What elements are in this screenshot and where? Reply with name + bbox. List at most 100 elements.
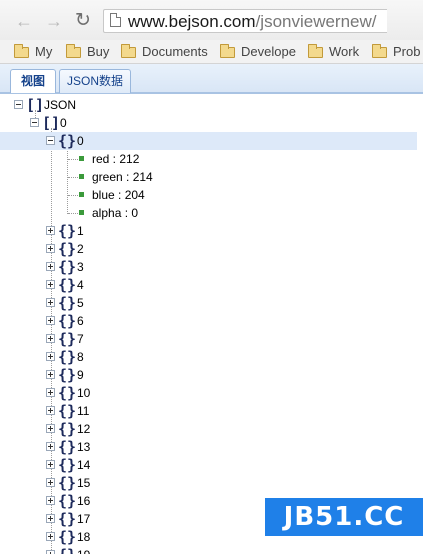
bookmark-prob[interactable]: Prob [372, 43, 420, 60]
tree-row-object[interactable]: {} 12 [0, 420, 417, 438]
tree-row-object[interactable]: {} 6 [0, 312, 417, 330]
url-host: www.bejson.com [128, 12, 256, 31]
array-icon: [] [26, 96, 45, 114]
object-icon: {} [58, 366, 77, 384]
reload-icon[interactable]: ↻ [73, 11, 93, 31]
tab-json-data[interactable]: JSON数据 [59, 69, 131, 93]
node-label: 14 [77, 458, 91, 472]
collapse-icon[interactable] [30, 118, 39, 127]
node-label: 9 [77, 368, 84, 382]
bookmark-develope[interactable]: Develope [220, 43, 296, 60]
expand-icon[interactable] [46, 496, 55, 505]
tree-row-object[interactable]: {} 4 [0, 276, 417, 294]
node-label: 3 [77, 260, 84, 274]
collapse-icon[interactable] [14, 100, 23, 109]
expand-icon[interactable] [46, 370, 55, 379]
object-icon: {} [58, 420, 77, 438]
node-label: 10 [77, 386, 91, 400]
bookmark-label: Work [329, 44, 360, 59]
address-bar[interactable]: www.bejson.com/jsonviewernew/ [103, 9, 387, 33]
folder-icon [372, 43, 387, 58]
object-icon: {} [58, 312, 77, 330]
tree-row-object[interactable]: {} 1 [0, 222, 417, 240]
tree-row-object[interactable]: {} 7 [0, 330, 417, 348]
expand-icon[interactable] [46, 388, 55, 397]
tree-row-property[interactable]: alpha : 0 [0, 204, 417, 222]
expand-icon[interactable] [46, 334, 55, 343]
tree-connector [68, 159, 78, 160]
tree-row-object[interactable]: {} 2 [0, 240, 417, 258]
bookmark-buy[interactable]: Buy [66, 43, 109, 60]
folder-icon [121, 43, 136, 58]
object-icon: {} [58, 528, 77, 546]
node-label: 15 [77, 476, 91, 490]
bookmark-work[interactable]: Work [308, 43, 359, 60]
expand-icon[interactable] [46, 352, 55, 361]
collapse-icon[interactable] [46, 136, 55, 145]
tree-row-object[interactable]: {} 11 [0, 402, 417, 420]
back-arrow-icon[interactable]: ← [14, 11, 34, 31]
object-icon: {} [58, 276, 77, 294]
bookmark-label: Prob [393, 44, 421, 59]
leaf-icon [79, 210, 84, 215]
folder-icon [66, 43, 81, 58]
property-text: green : 214 [92, 170, 153, 184]
expand-icon[interactable] [46, 460, 55, 469]
page-icon [110, 13, 121, 27]
expand-icon[interactable] [46, 424, 55, 433]
tree-row-object[interactable]: {} 15 [0, 474, 417, 492]
leaf-icon [79, 192, 84, 197]
forward-arrow-icon[interactable]: → [44, 11, 64, 31]
expand-icon[interactable] [46, 316, 55, 325]
json-tree: [] JSON [] 0 {} 0 red : 212 green : 214 … [0, 96, 423, 554]
node-label: 5 [77, 296, 84, 310]
expand-icon[interactable] [46, 406, 55, 415]
expand-icon[interactable] [46, 532, 55, 541]
node-label: 17 [77, 512, 91, 526]
url-text: www.bejson.com/jsonviewernew/ [128, 12, 377, 32]
expand-icon[interactable] [46, 226, 55, 235]
property-text: alpha : 0 [92, 206, 139, 220]
node-label: JSON [44, 98, 77, 112]
tree-row-property[interactable]: green : 214 [0, 168, 417, 186]
tree-row-object[interactable]: {} 13 [0, 438, 417, 456]
bookmark-label: Develope [241, 44, 296, 59]
expand-icon[interactable] [46, 244, 55, 253]
expand-icon[interactable] [46, 514, 55, 523]
expand-icon[interactable] [46, 262, 55, 271]
expand-icon[interactable] [46, 280, 55, 289]
tree-row-object[interactable]: {} 8 [0, 348, 417, 366]
object-icon: {} [58, 240, 77, 258]
tree-row-property[interactable]: blue : 204 [0, 186, 417, 204]
expand-icon[interactable] [46, 442, 55, 451]
tree-connector [68, 213, 78, 214]
property-text: blue : 204 [92, 188, 145, 202]
expand-icon[interactable] [46, 478, 55, 487]
tree-row-object[interactable]: {}19 [0, 546, 417, 554]
expand-icon[interactable] [46, 298, 55, 307]
tree-row-property[interactable]: red : 212 [0, 150, 417, 168]
node-label: 8 [77, 350, 84, 364]
array-icon: [] [42, 114, 61, 132]
tree-row-array-0[interactable]: [] 0 [0, 114, 417, 132]
bookmark-documents[interactable]: Documents [121, 43, 208, 60]
node-label: 12 [77, 422, 91, 436]
tree-row-object[interactable]: {} 9 [0, 366, 417, 384]
tree-row-object[interactable]: {} 14 [0, 456, 417, 474]
object-icon: {} [58, 330, 77, 348]
object-icon: {} [58, 258, 77, 276]
tab-view[interactable]: 视图 [10, 69, 56, 93]
tree-row-object[interactable]: {} 10 [0, 384, 417, 402]
tree-row-object-0[interactable]: {} 0 [0, 132, 417, 150]
tree-row-object[interactable]: {} 5 [0, 294, 417, 312]
tree-row-object[interactable]: {} 3 [0, 258, 417, 276]
leaf-icon [79, 174, 84, 179]
object-icon: {} [58, 456, 77, 474]
tree-connector [68, 195, 78, 196]
object-icon: {} [58, 474, 77, 492]
leaf-icon [79, 156, 84, 161]
bookmark-my[interactable]: My [14, 43, 52, 60]
expand-icon[interactable] [46, 550, 55, 554]
tree-row-root[interactable]: [] JSON [0, 96, 417, 114]
object-icon: {} [58, 510, 77, 528]
